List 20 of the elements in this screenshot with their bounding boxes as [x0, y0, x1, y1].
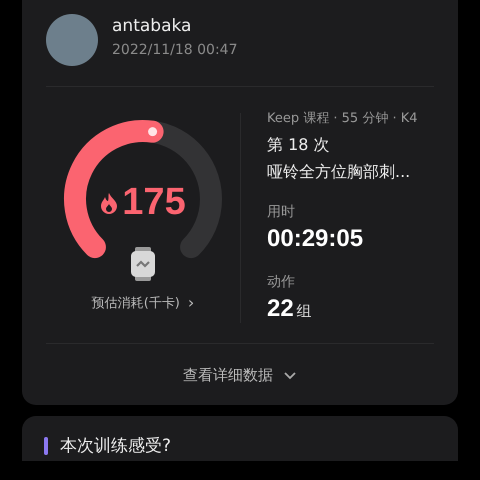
stat-unit: 组 [296, 302, 312, 321]
stat-label: 用时 [267, 203, 296, 221]
course-title: 哑铃全方位胸部刺... [267, 162, 412, 183]
stat-value: 22 [267, 295, 294, 323]
calorie-label-link[interactable]: 预估消耗(千卡) › [92, 293, 194, 312]
avatar [46, 14, 98, 66]
calorie-value: 175 [122, 181, 186, 224]
stat-label: 动作 [267, 273, 296, 291]
workout-time: 2022/11/18 00:47 [112, 42, 238, 58]
feedback-title: 本次训练感受? [60, 435, 172, 457]
stat-value: 00:29:05 [267, 225, 364, 253]
accent-bar [44, 436, 48, 454]
session-count: 第 18 次 [267, 135, 331, 156]
course-meta: Keep 课程 · 55 分钟 · K4 [267, 110, 418, 127]
flame-icon [100, 192, 118, 214]
user-name: antabaka [112, 16, 192, 36]
chevron-down-icon [283, 370, 297, 380]
details-toggle[interactable]: 查看详细数据 [179, 364, 301, 387]
gauge-end-dot [148, 127, 158, 136]
watch-icon [130, 247, 156, 281]
